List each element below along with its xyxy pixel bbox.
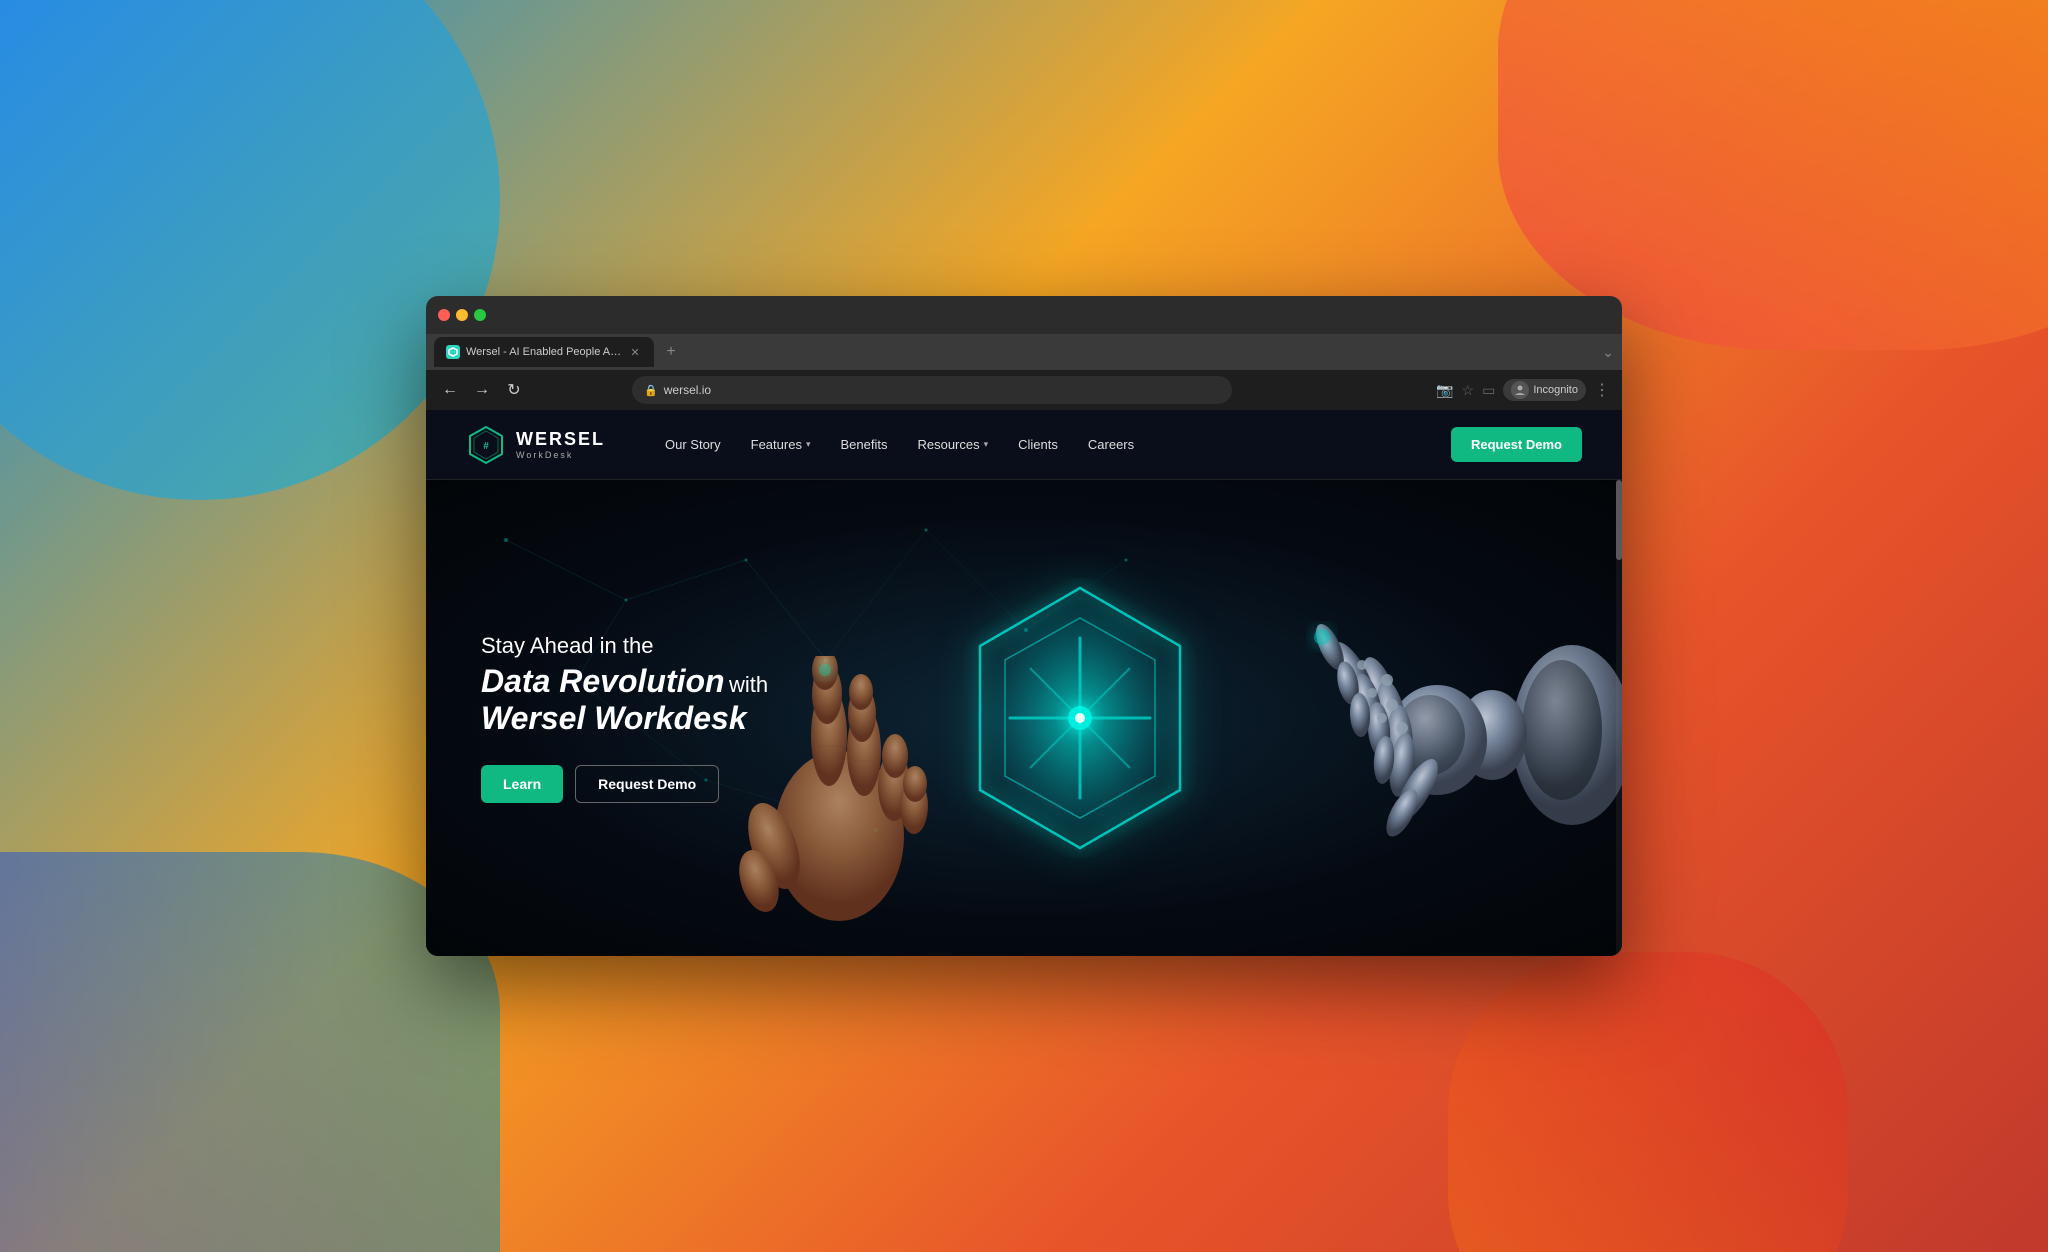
request-demo-hero-button[interactable]: Request Demo <box>575 765 719 803</box>
scrollbar-thumb[interactable] <box>1616 480 1622 560</box>
incognito-badge: Incognito <box>1503 379 1586 401</box>
nav-item-features[interactable]: Features ▾ <box>751 437 811 452</box>
camera-off-icon: 📷 <box>1436 382 1453 399</box>
tab-close-button[interactable]: ✕ <box>628 346 642 359</box>
incognito-label: Incognito <box>1533 384 1578 396</box>
title-bar <box>426 296 1622 334</box>
hero-section: Stay Ahead in the Data Revolution with W… <box>426 480 1622 956</box>
star-icon[interactable]: ☆ <box>1462 382 1475 399</box>
scrollbar-track <box>1616 480 1622 956</box>
logo-hex-icon: # <box>466 425 506 465</box>
bg-shape-bottom-left <box>0 852 500 1252</box>
learn-button[interactable]: Learn <box>481 765 563 803</box>
traffic-lights <box>438 309 486 321</box>
back-button[interactable]: ← <box>438 377 462 403</box>
address-bar-actions: 📷 ☆ ▭ Incognito ⋮ <box>1436 379 1610 401</box>
robot-hand-svg <box>1272 565 1622 905</box>
nav-links: Our Story Features ▾ Benefits Resources … <box>665 437 1134 452</box>
refresh-button[interactable]: ↻ <box>502 376 526 404</box>
url-bar[interactable]: 🔒 wersel.io <box>632 376 1232 404</box>
hero-title-brand: Wersel Workdesk <box>481 700 768 737</box>
close-button[interactable] <box>438 309 450 321</box>
hero-cta-buttons: Learn Request Demo <box>481 765 768 803</box>
tab-favicon-icon <box>446 345 460 359</box>
secure-lock-icon: 🔒 <box>644 384 658 397</box>
logo-sub: WorkDesk <box>516 450 605 460</box>
logo-text: WERSEL WorkDesk <box>516 429 605 460</box>
nav-item-careers[interactable]: Careers <box>1088 437 1134 452</box>
browser-menu-button[interactable]: ⋮ <box>1594 380 1610 400</box>
resources-dropdown-icon: ▾ <box>984 439 989 450</box>
forward-button[interactable]: → <box>470 377 494 403</box>
hero-title-line: Data Revolution with <box>481 663 768 700</box>
incognito-avatar-icon <box>1511 381 1529 399</box>
site-navbar: # WERSEL WorkDesk Our Story Features ▾ B… <box>426 410 1622 480</box>
svg-text:#: # <box>483 441 489 452</box>
bg-shape-top-left <box>0 0 500 500</box>
browser-window: Wersel - AI Enabled People An... ✕ + ⌄ ←… <box>426 296 1622 956</box>
nav-item-resources[interactable]: Resources ▾ <box>917 437 988 452</box>
nav-item-clients[interactable]: Clients <box>1018 437 1058 452</box>
minimize-button[interactable] <box>456 309 468 321</box>
tab-title: Wersel - AI Enabled People An... <box>466 346 622 358</box>
nav-item-benefits[interactable]: Benefits <box>840 437 887 452</box>
hero-subtitle: Stay Ahead in the <box>481 633 768 659</box>
logo-area[interactable]: # WERSEL WorkDesk <box>466 425 605 465</box>
tab-strip-end: ⌄ <box>1602 344 1614 361</box>
hero-text-block: Stay Ahead in the Data Revolution with W… <box>481 633 768 803</box>
tab-bar: Wersel - AI Enabled People An... ✕ + ⌄ <box>426 334 1622 370</box>
address-bar: ← → ↻ 🔒 wersel.io 📷 ☆ ▭ Incognito ⋮ <box>426 370 1622 410</box>
reader-mode-icon[interactable]: ▭ <box>1482 382 1495 399</box>
logo-name: WERSEL <box>516 429 605 450</box>
url-display: wersel.io <box>664 383 711 397</box>
hero-title-with: with <box>729 672 768 697</box>
maximize-button[interactable] <box>474 309 486 321</box>
active-tab[interactable]: Wersel - AI Enabled People An... ✕ <box>434 337 654 367</box>
hero-title-italic: Data Revolution <box>481 663 725 699</box>
request-demo-nav-button[interactable]: Request Demo <box>1451 427 1582 462</box>
features-dropdown-icon: ▾ <box>806 439 811 450</box>
new-tab-button[interactable]: + <box>658 339 684 365</box>
website-content: # WERSEL WorkDesk Our Story Features ▾ B… <box>426 410 1622 956</box>
bg-shape-bottom-right <box>1448 952 1848 1252</box>
nav-item-our-story[interactable]: Our Story <box>665 437 721 452</box>
